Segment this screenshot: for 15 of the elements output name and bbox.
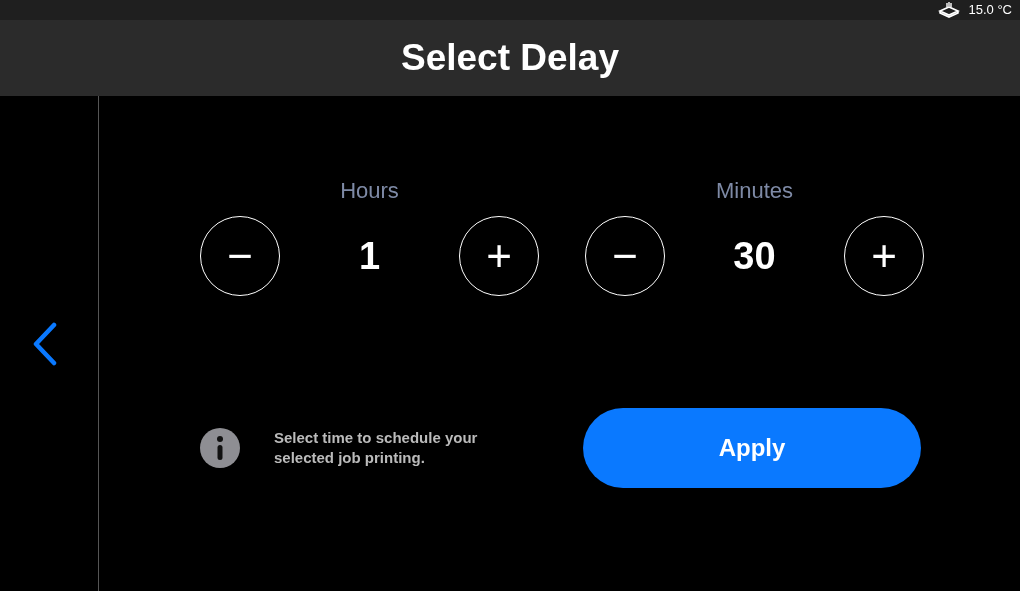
back-icon[interactable]	[32, 321, 58, 366]
stepper-label: Hours	[339, 177, 400, 205]
stepper-value: 1	[358, 233, 381, 279]
decrease-button[interactable]: −	[200, 216, 280, 296]
stepper-value: 30	[733, 233, 776, 279]
info-icon	[200, 428, 240, 468]
printer-icon	[938, 2, 961, 18]
apply-button[interactable]: Apply	[583, 408, 921, 488]
decrease-button[interactable]: −	[585, 216, 665, 296]
stepper-label: Minutes	[714, 177, 794, 205]
increase-button[interactable]: +	[844, 216, 924, 296]
temperature-reading: 15.0 °C	[968, 1, 1012, 20]
increase-button[interactable]: +	[459, 216, 539, 296]
page-title: Select Delay	[401, 35, 619, 80]
info-text: Select time to schedule your selected job printing.	[274, 427, 479, 468]
